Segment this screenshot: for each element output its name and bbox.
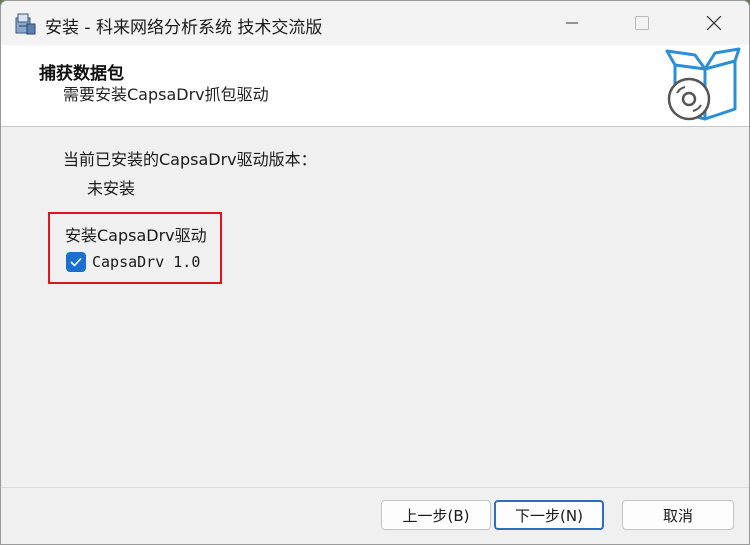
title-bar: 安装 - 科来网络分析系统 技术交流版 [1, 1, 749, 45]
window-title: 安装 - 科来网络分析系统 技术交流版 [45, 18, 323, 38]
current-version-value: 未安装 [87, 179, 136, 198]
capsadrv-checkbox[interactable] [66, 252, 86, 272]
box-disc-icon [661, 47, 741, 123]
maximize-icon [635, 16, 649, 30]
install-driver-label: 安装CapsaDrv驱动 [65, 226, 207, 245]
current-version-label: 当前已安装的CapsaDrv驱动版本： [63, 150, 317, 169]
minimize-icon [566, 22, 578, 24]
close-icon [707, 16, 721, 30]
installer-window: 安装 - 科来网络分析系统 技术交流版 捕获数据包 需要安装CapsaDrv抓包… [0, 0, 750, 545]
back-button[interactable]: 上一步(B) [381, 500, 491, 530]
page-subtitle: 需要安装CapsaDrv抓包驱动 [63, 85, 269, 104]
checkmark-icon [70, 257, 82, 267]
close-button[interactable] [679, 1, 749, 45]
footer-divider [1, 487, 749, 488]
installer-app-icon [13, 12, 37, 36]
cancel-button[interactable]: 取消 [622, 500, 734, 530]
wizard-header: 捕获数据包 需要安装CapsaDrv抓包驱动 [1, 45, 749, 127]
maximize-button[interactable] [607, 1, 677, 45]
next-button[interactable]: 下一步(N) [494, 500, 604, 530]
minimize-button[interactable] [537, 1, 607, 45]
capsadrv-checkbox-label[interactable]: CapsaDrv 1.0 [92, 253, 200, 271]
